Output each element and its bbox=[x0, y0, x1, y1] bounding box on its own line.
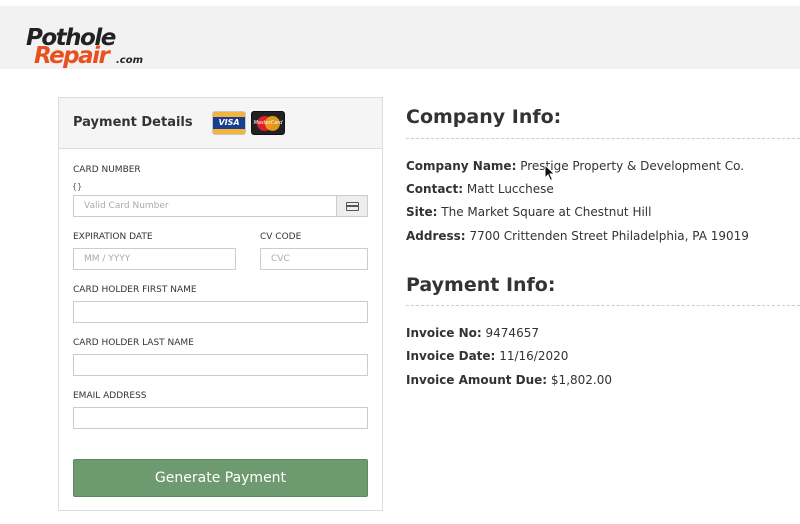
card-number-label: CARD NUMBER bbox=[73, 165, 141, 175]
invoice-amount-value: $1,802.00 bbox=[550, 373, 612, 387]
address-value: 7700 Crittenden Street Philadelphia, PA … bbox=[469, 229, 749, 243]
contact-label: Contact: bbox=[406, 182, 464, 196]
logo-line2: Repair bbox=[34, 43, 110, 69]
mouse-cursor-icon bbox=[544, 164, 556, 182]
address-label: Address: bbox=[406, 229, 466, 243]
invoice-date-row: Invoice Date: 11/16/2020 bbox=[406, 349, 568, 363]
generate-payment-button[interactable]: Generate Payment bbox=[73, 459, 368, 497]
cv-code-input[interactable] bbox=[260, 248, 368, 270]
visa-icon: VISA bbox=[212, 111, 246, 135]
credit-card-icon bbox=[346, 202, 359, 211]
mastercard-text: MasterCard bbox=[253, 120, 283, 126]
company-name-label: Company Name: bbox=[406, 159, 517, 173]
invoice-no-value: 9474657 bbox=[485, 326, 539, 340]
first-name-input[interactable] bbox=[73, 301, 368, 323]
payment-details-panel: Payment Details VISA MasterCard CARD NUM… bbox=[58, 97, 383, 511]
cv-code-label: CV CODE bbox=[260, 232, 302, 242]
invoice-no-label: Invoice No: bbox=[406, 326, 482, 340]
site-label: Site: bbox=[406, 205, 438, 219]
company-name-row: Company Name: Prestige Property & Develo… bbox=[406, 159, 744, 173]
last-name-label: CARD HOLDER LAST NAME bbox=[73, 338, 194, 348]
contact-row: Contact: Matt Lucchese bbox=[406, 182, 554, 196]
panel-title: Payment Details bbox=[73, 115, 193, 130]
card-type-button[interactable] bbox=[336, 195, 368, 217]
invoice-date-value: 11/16/2020 bbox=[499, 349, 569, 363]
invoice-date-label: Invoice Date: bbox=[406, 349, 496, 363]
invoice-amount-row: Invoice Amount Due: $1,802.00 bbox=[406, 373, 612, 387]
card-number-input[interactable] bbox=[73, 195, 337, 217]
email-input[interactable] bbox=[73, 407, 368, 429]
last-name-input[interactable] bbox=[73, 354, 368, 376]
contact-value: Matt Lucchese bbox=[466, 182, 554, 196]
payment-info-divider bbox=[406, 305, 800, 306]
payment-info-title: Payment Info: bbox=[406, 274, 556, 296]
payment-details-header: Payment Details VISA MasterCard bbox=[59, 98, 382, 149]
invoice-amount-label: Invoice Amount Due: bbox=[406, 373, 548, 387]
site-value: The Market Square at Chestnut Hill bbox=[441, 205, 652, 219]
first-name-label: CARD HOLDER FIRST NAME bbox=[73, 285, 197, 295]
mastercard-icon: MasterCard bbox=[251, 111, 285, 135]
logo-suffix: .com bbox=[116, 55, 144, 66]
pothole-repair-logo[interactable]: Pothole Repair .com bbox=[24, 26, 154, 74]
expiration-date-label: EXPIRATION DATE bbox=[73, 232, 153, 242]
site-header: Pothole Repair .com bbox=[0, 6, 800, 69]
invoice-no-row: Invoice No: 9474657 bbox=[406, 326, 539, 340]
address-row: Address: 7700 Crittenden Street Philadel… bbox=[406, 229, 749, 243]
visa-text: VISA bbox=[218, 118, 240, 127]
company-info-title: Company Info: bbox=[406, 106, 562, 128]
expiration-date-input[interactable] bbox=[73, 248, 236, 270]
company-info-divider bbox=[406, 138, 800, 139]
card-number-hint: {} bbox=[72, 182, 83, 191]
site-row: Site: The Market Square at Chestnut Hill bbox=[406, 205, 651, 219]
email-label: EMAIL ADDRESS bbox=[73, 391, 147, 401]
